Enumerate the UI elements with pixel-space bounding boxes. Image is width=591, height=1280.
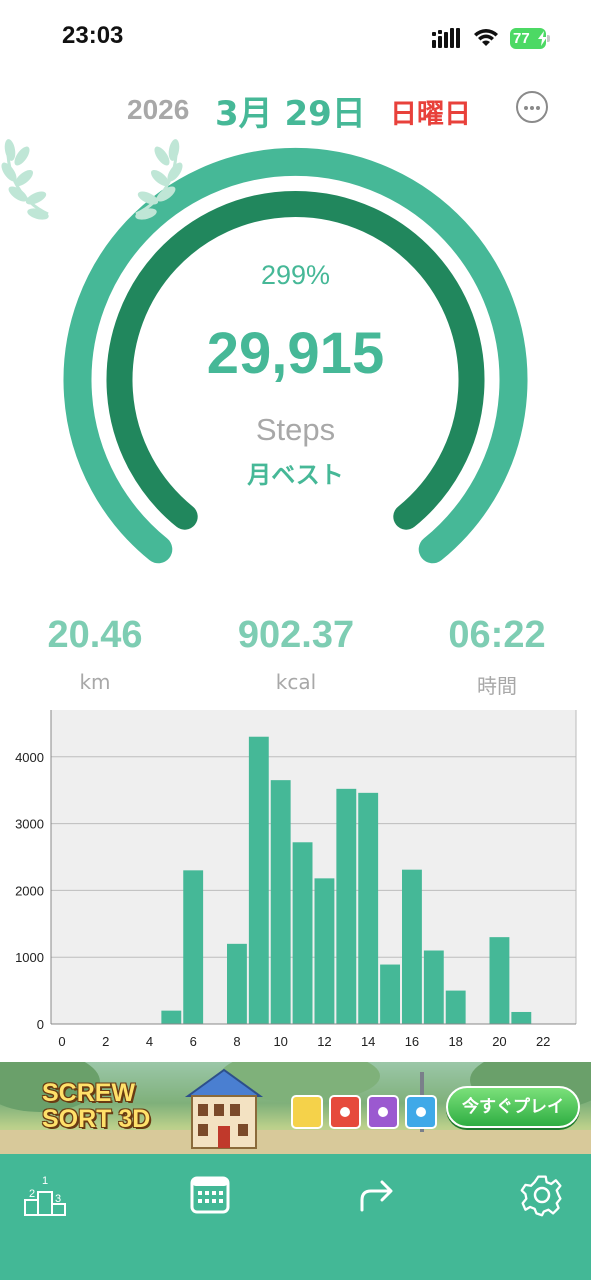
cellular-signal-icon [432,28,460,48]
ad-screw-pieces-illustration [291,1095,437,1129]
chart-y-tick-label: 3000 [15,817,44,832]
date-header[interactable]: 2026 3月 29日 日曜日 [0,86,591,136]
duration-stat: 06:22 時間 [397,612,591,699]
chart-x-tick-label: 4 [146,1034,153,1049]
ad-banner[interactable]: SCREW SORT 3D 今すぐプレイ [0,1062,591,1154]
chart-bar [161,1010,182,1024]
chart-bar [445,990,466,1024]
duration-unit: 時間 [477,674,517,698]
goal-percent: 299% [260,260,331,290]
calories-value: 902.37 [237,614,355,656]
ad-play-now-button[interactable]: 今すぐプレイ [446,1086,580,1128]
chart-x-tick-label: 10 [273,1034,287,1049]
chart-x-tick-label: 12 [317,1034,331,1049]
chart-bar [314,878,335,1024]
chart-x-tick-label: 8 [233,1034,240,1049]
chart-x-tick-label: 2 [102,1034,109,1049]
bottom-tab-bar: 213 [0,1154,591,1280]
duration-value: 06:22 [448,614,546,656]
ad-game-title: SCREW SORT 3D [42,1079,151,1133]
share-icon[interactable] [354,1172,400,1218]
chart-bar [358,792,379,1024]
distance-stat: 20.46 km [0,612,195,694]
step-count: 29,915 [206,321,385,386]
hourly-steps-chart-svg: 0 1000 2000 3000 4000 0 2 4 6 8 10 12 14 16 18 20 22 [15,710,577,1049]
chart-bar [227,943,247,1024]
chart-y-tick-label: 4000 [15,750,44,765]
settings-gear-icon[interactable] [519,1172,565,1218]
svg-text:2: 2 [29,1188,35,1200]
chart-bar [511,1011,532,1024]
chart-y-tick-label: 1000 [15,950,44,965]
chart-bar [402,869,422,1024]
more-options-button[interactable] [516,91,548,123]
ranking-podium-icon[interactable]: 213 [22,1172,68,1218]
distance-value: 20.46 [47,614,143,656]
chart-x-tick-label: 16 [405,1034,419,1049]
steps-unit-label: Steps [255,412,336,447]
battery-indicator: 77 [510,28,550,49]
laurel-badge-icon [1,139,183,220]
chart-bar [423,950,444,1024]
chart-y-tick-label: 2000 [15,883,44,898]
distance-unit: km [79,670,111,694]
charging-bolt-icon [538,31,547,46]
ad-house-illustration [184,1068,264,1149]
hourly-steps-chart: 0 1000 2000 3000 4000 0 2 4 6 8 10 12 14 16 18 20 22 [0,700,591,1050]
svg-text:3: 3 [55,1193,61,1205]
battery-level: 77 [513,30,530,47]
svg-text:1: 1 [42,1175,48,1187]
chart-x-tick-label: 6 [190,1034,197,1049]
chart-bar [270,780,291,1024]
calories-stat: 902.37 kcal [196,612,396,694]
chart-bar [292,842,313,1024]
date-month-day: 3月 29日 [215,94,366,134]
chart-bar [248,736,269,1024]
chart-x-tick-label: 0 [58,1034,65,1049]
calendar-icon[interactable] [187,1172,233,1218]
status-time: 23:03 [62,22,124,49]
steps-gauge: 299% 29,915 Steps 月ベスト [0,130,591,590]
date-year: 2026 [127,94,190,125]
date-weekday: 日曜日 [390,99,471,130]
chart-bar [183,870,204,1024]
chart-bar [380,964,400,1024]
wifi-icon [474,29,498,46]
chart-x-tick-label: 22 [536,1034,550,1049]
calories-unit: kcal [275,670,317,694]
status-bar: 23:03 77 [0,0,591,80]
chart-bar [489,937,510,1024]
chart-y-tick-label: 0 [37,1017,44,1032]
chart-bar [336,788,357,1024]
chart-x-tick-label: 14 [361,1034,375,1049]
monthly-best-badge: 月ベスト [247,461,344,489]
chart-x-tick-label: 20 [492,1034,506,1049]
chart-x-tick-label: 18 [448,1034,462,1049]
